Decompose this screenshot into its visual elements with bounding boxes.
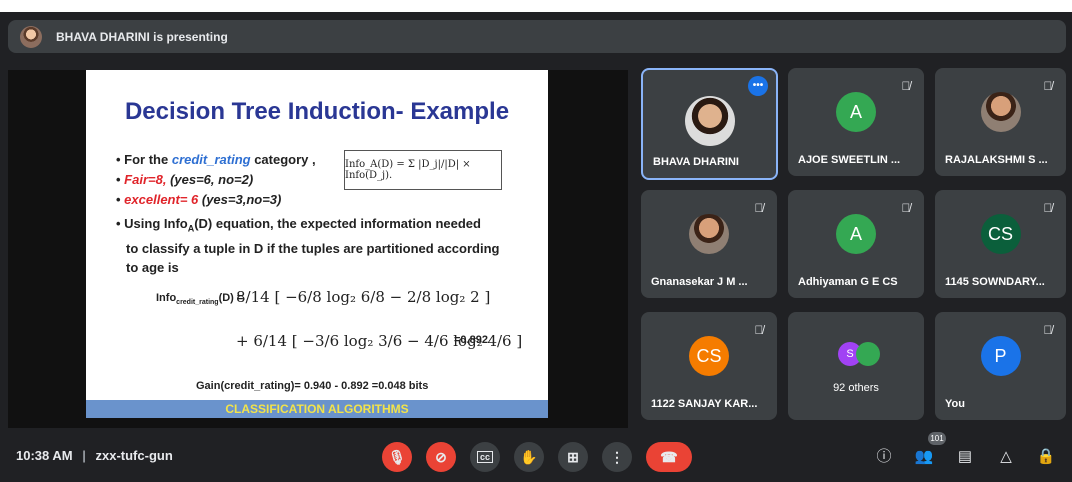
participant-photo <box>689 214 729 254</box>
captions-button[interactable]: cc <box>470 442 500 472</box>
participant-name: AJOE SWEETLIN ... <box>798 154 901 166</box>
raise-hand-button[interactable]: ✋ <box>514 442 544 472</box>
participant-tile-sowndary[interactable]: 🎙̸ CS 1145 SOWNDARY... <box>935 190 1066 298</box>
info-formula-box: Info_A(D) = Σ |D_j|/|D| × Info(D_j). <box>344 150 502 190</box>
bottom-toolbar: 10:38 AM | zxx-tufc-gun 🎙 ⊘ cc ✋ ⊞ ⋮ ☎ ⓘ… <box>0 430 1072 482</box>
participant-avatar: CS <box>980 214 1021 254</box>
camera-off-button[interactable]: ⊘ <box>426 442 456 472</box>
people-count-badge: 101 <box>928 432 946 445</box>
mic-off-button[interactable]: 🎙 <box>382 442 412 472</box>
participant-avatar: CS <box>689 336 729 376</box>
bullet-text: to classify a tuple in D if the tuples a… <box>126 240 500 256</box>
meeting-details: 10:38 AM | zxx-tufc-gun <box>16 430 173 482</box>
shared-slide: Decision Tree Induction- Example For the… <box>86 70 548 418</box>
others-avatars: S <box>838 342 880 366</box>
chat-icon: ▤ <box>957 448 973 465</box>
host-controls-button[interactable]: 🔒 <box>1036 448 1056 466</box>
clock-time: 10:38 AM <box>16 448 73 463</box>
participant-name: You <box>945 398 965 410</box>
mic-muted-icon: 🎙̸ <box>754 201 764 215</box>
mic-muted-icon: 🎙̸ <box>1043 79 1053 93</box>
slide-bullet-1: For the credit_rating category , <box>116 152 316 167</box>
present-button[interactable]: ⊞ <box>558 442 588 472</box>
participant-tile-adhiyaman[interactable]: 🎙̸ A Adhiyaman G E CS <box>788 190 924 298</box>
more-icon: ⋮ <box>610 448 624 465</box>
presenter-avatar <box>20 25 42 48</box>
equation-label-text: Info <box>156 292 177 304</box>
participant-photo <box>684 96 735 146</box>
participant-name: 1122 SANJAY KAR... <box>651 398 758 410</box>
info-icon: ⓘ <box>876 448 892 465</box>
mic-muted-icon: 🎙̸ <box>901 201 911 215</box>
bullet-emphasis: Fair=8, <box>124 172 167 187</box>
meeting-code: zxx-tufc-gun <box>95 448 173 463</box>
participant-name: RAJALAKSHMI S ... <box>945 154 1048 166</box>
camera-off-icon: ⊘ <box>435 448 447 465</box>
slide-bullet-4: Using InfoA(D) equation, the expected in… <box>116 214 536 277</box>
equation-subscript: credit_rating <box>176 299 219 307</box>
bullet-text: (yes=6, no=2) <box>166 172 254 187</box>
equation-row-1: 8/14 [ −6/8 log₂ 6/8 − 2/8 log₂ 2 ] <box>236 288 491 306</box>
mic-muted-icon: 🎙̸ <box>901 79 911 93</box>
people-button[interactable]: 👥 <box>914 448 934 466</box>
bullet-text: (D) equation, the expected information n… <box>194 216 481 231</box>
slide-bullet-3: excellent= 6 (yes=3,no=3) <box>116 192 281 207</box>
equation-label: Infocredit_rating(D) = <box>156 292 243 306</box>
participant-tile-gnanasekar[interactable]: 🎙̸ Gnanasekar J M ... <box>641 190 777 298</box>
presenting-banner: BHAVA DHARINI is presenting <box>8 20 1066 53</box>
bullet-emphasis: excellent= 6 <box>124 192 199 207</box>
present-icon: ⊞ <box>567 448 579 465</box>
bullet-emphasis: credit_rating <box>171 152 251 167</box>
raise-hand-icon: ✋ <box>520 448 538 465</box>
gain-text: Gain(credit_rating)= 0.940 - 0.892 =0.04… <box>196 380 429 392</box>
slide-footer: CLASSIFICATION ALGORITHMS <box>86 400 548 418</box>
mic-muted-icon: 🎙̸ <box>754 323 764 337</box>
participant-name: Gnanasekar J M ... <box>651 276 748 288</box>
participant-avatar: A <box>836 92 876 132</box>
participant-tile-rajalakshmi[interactable]: 🎙̸ RAJALAKSHMI S ... <box>935 68 1066 176</box>
participant-tile-you[interactable]: 🎙̸ P You <box>935 312 1066 420</box>
more-options-button[interactable]: ⋮ <box>602 442 632 472</box>
activities-button[interactable]: △ <box>996 448 1016 466</box>
end-call-icon: ☎ <box>660 448 678 465</box>
info-button[interactable]: ⓘ <box>874 448 894 466</box>
end-call-button[interactable]: ☎ <box>646 442 692 472</box>
participant-tile-ajoe[interactable]: 🎙̸ A AJOE SWEETLIN ... <box>788 68 924 176</box>
participant-name: 1145 SOWNDARY... <box>945 276 1045 288</box>
participant-name: BHAVA DHARINI <box>653 156 739 168</box>
meet-window: BHAVA DHARINI is presenting Decision Tre… <box>0 12 1072 482</box>
bullet-text: to age is <box>126 259 179 275</box>
captions-icon: cc <box>476 451 493 463</box>
equation-result: =0.892 <box>454 334 488 346</box>
participant-avatar: A <box>836 214 876 254</box>
chat-button[interactable]: ▤ <box>955 448 975 466</box>
bullet-text: (yes=3,no=3) <box>198 192 282 207</box>
bullet-text: Using Info <box>124 216 188 231</box>
mic-muted-icon: 🎙̸ <box>1043 201 1053 215</box>
participant-tile-bhava[interactable]: ••• BHAVA DHARINI <box>641 68 778 180</box>
mic-off-icon: 🎙 <box>388 448 406 465</box>
mic-muted-icon: 🎙̸ <box>1043 323 1053 337</box>
participant-name: Adhiyaman G E CS <box>798 276 898 288</box>
participant-tile-sanjay[interactable]: 🎙̸ CS 1122 SANJAY KAR... <box>641 312 777 420</box>
participant-tile-others[interactable]: S 92 others <box>788 312 924 420</box>
activities-icon: △ <box>1000 448 1012 465</box>
presenting-text: BHAVA DHARINI is presenting <box>56 29 228 44</box>
presentation-area[interactable]: Decision Tree Induction- Example For the… <box>8 70 628 428</box>
separator: | <box>82 448 86 463</box>
host-controls-icon: 🔒 <box>1036 448 1056 465</box>
slide-title: Decision Tree Induction- Example <box>124 98 510 125</box>
people-icon: 👥 <box>914 448 934 465</box>
bullet-text: For the <box>124 152 172 167</box>
bullet-text: category , <box>250 152 316 167</box>
slide-bullet-2: Fair=8, (yes=6, no=2) <box>116 172 253 187</box>
participant-avatar: P <box>980 336 1021 376</box>
others-count-label: 92 others <box>833 382 879 394</box>
participant-photo <box>980 92 1021 132</box>
participant-avatar <box>856 342 880 366</box>
speaking-indicator-icon: ••• <box>748 76 768 96</box>
